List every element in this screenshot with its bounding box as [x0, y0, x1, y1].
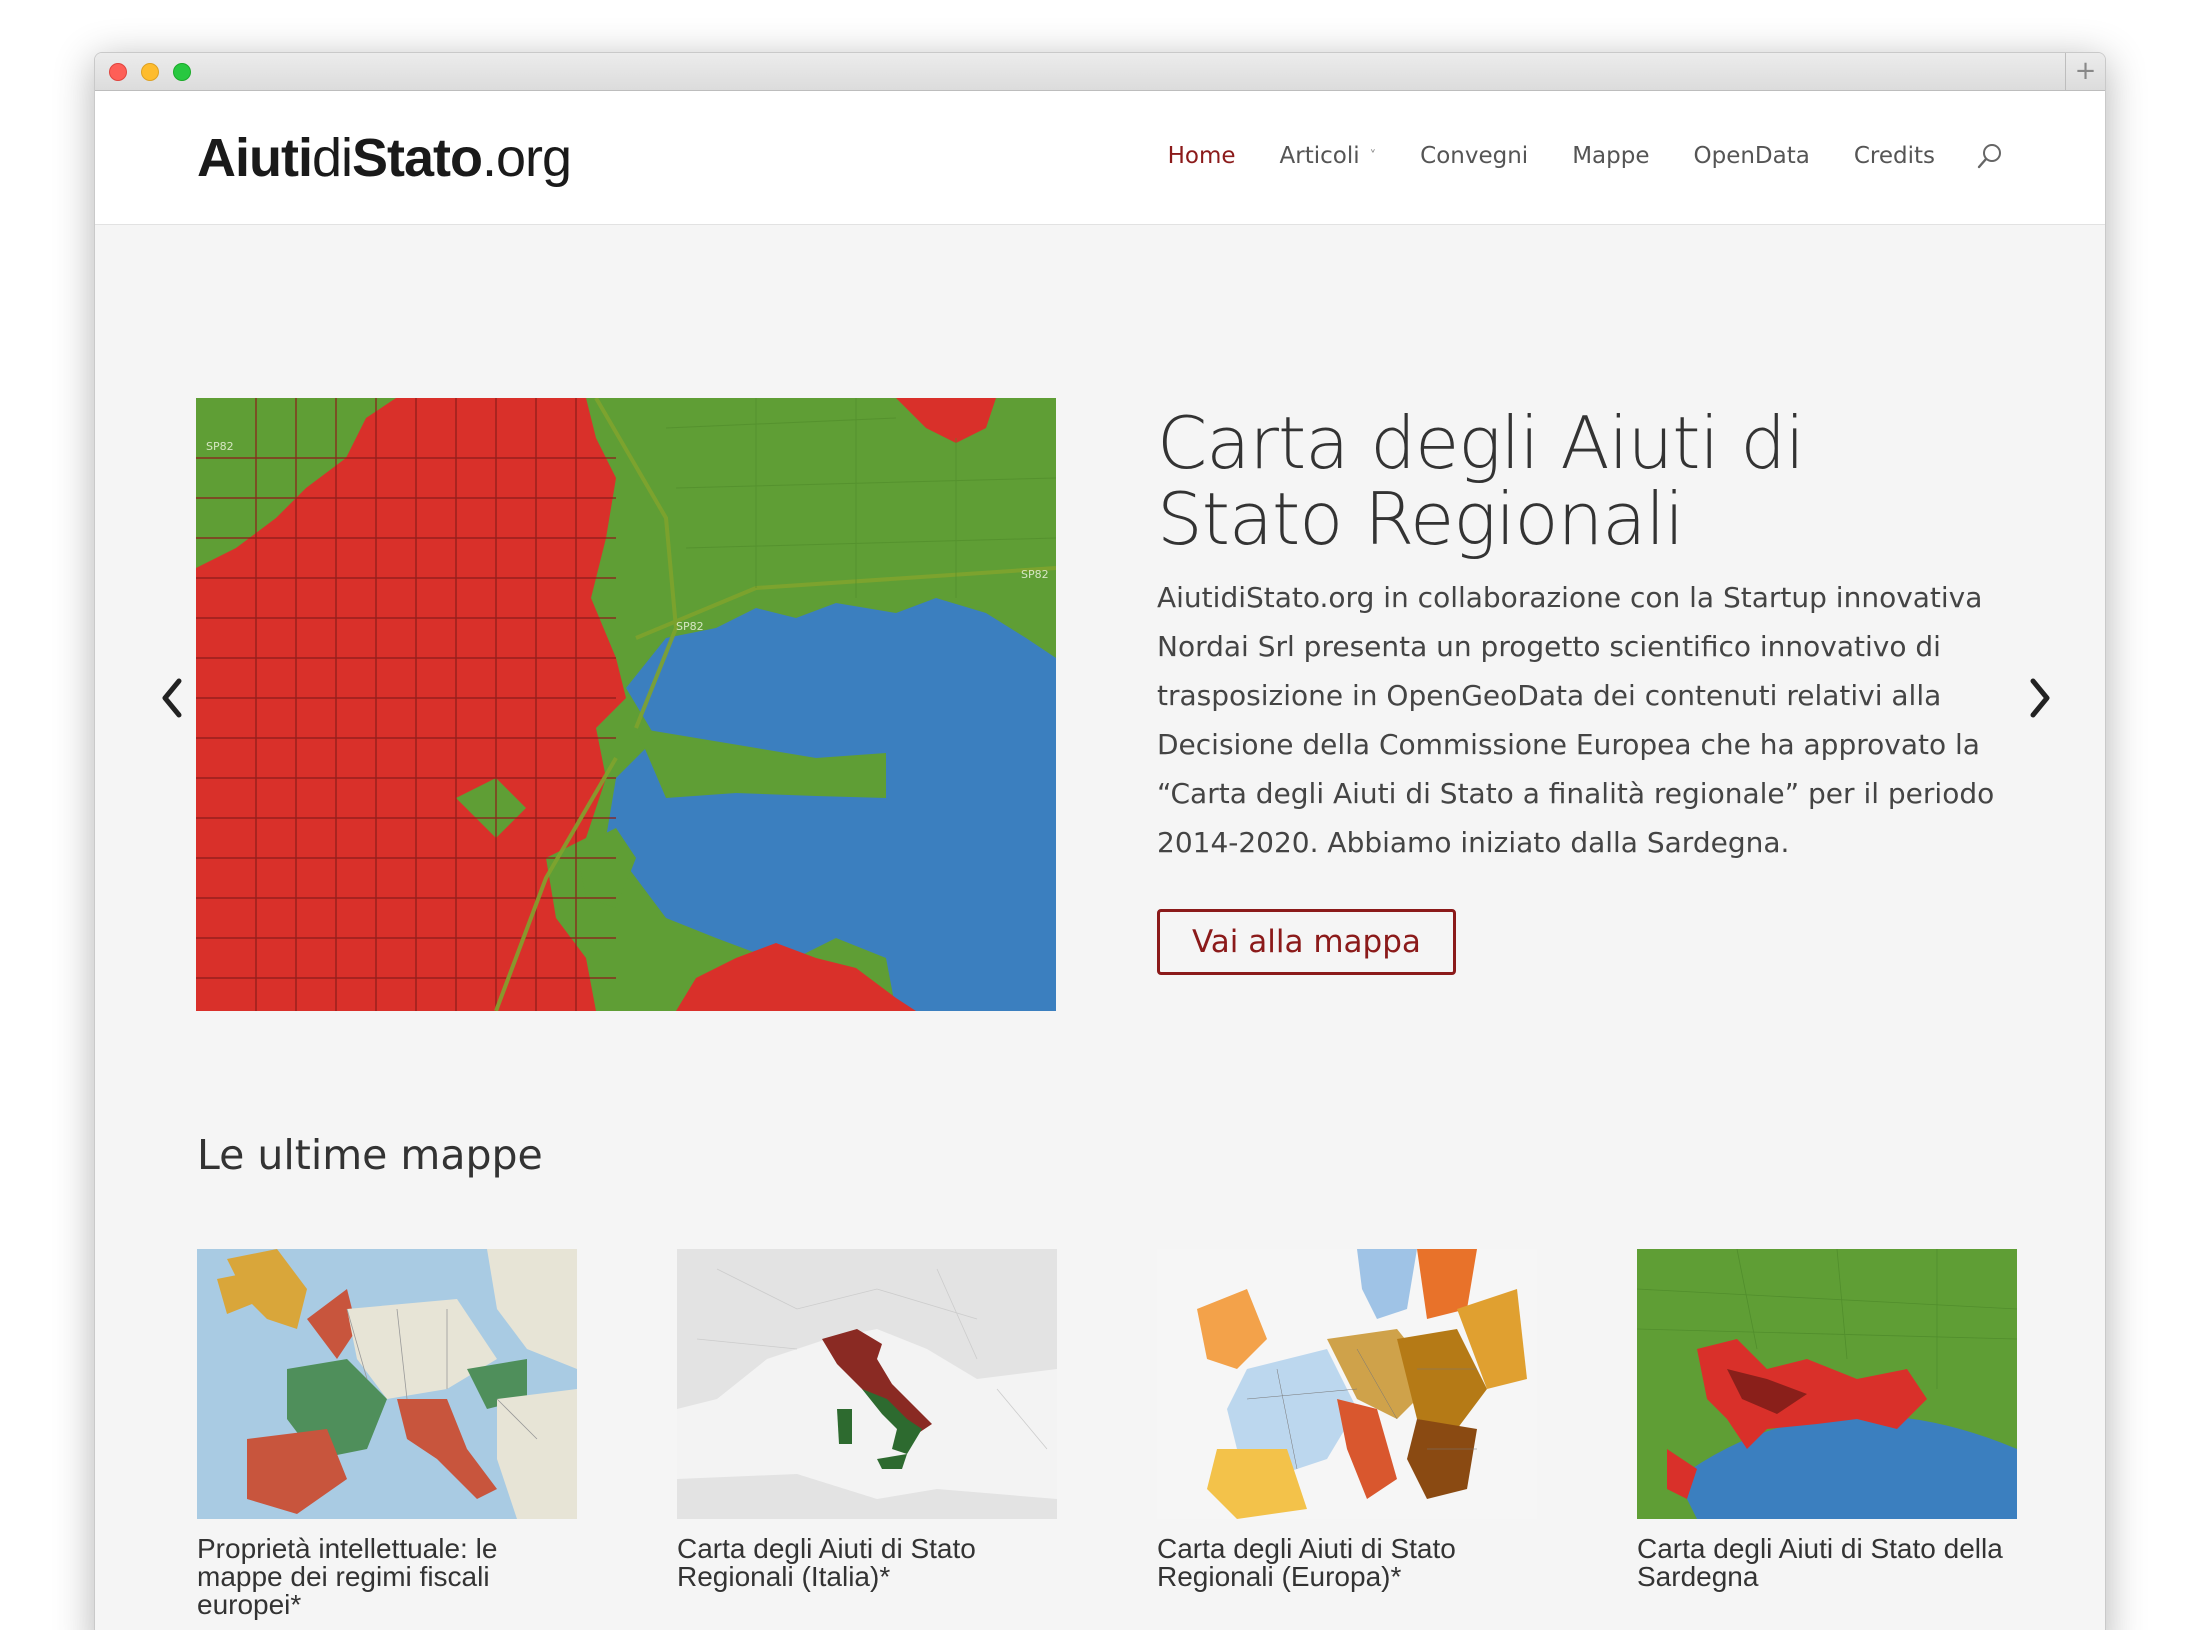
map-card-title[interactable]: Carta degli Aiuti di Stato Regionali (It… [677, 1535, 1057, 1591]
map-card-title[interactable]: Carta degli Aiuti di Stato Regionali (Eu… [1157, 1535, 1537, 1591]
map-road-label: SP82 [1021, 568, 1049, 581]
map-road-label: SP82 [206, 440, 234, 453]
close-window-button[interactable] [109, 63, 127, 81]
map-card[interactable]: Carta degli Aiuti di Stato della Sardegn… [1637, 1249, 2017, 1619]
logo-part-stato: Stato [352, 128, 483, 188]
logo-part-di: di [311, 128, 353, 188]
map-card[interactable]: Proprietà intellettuale: le mappe dei re… [197, 1249, 577, 1619]
search-icon[interactable] [1975, 141, 2005, 171]
view-map-button[interactable]: Vai alla mappa [1157, 909, 1456, 975]
map-road-label: SP82 [676, 620, 704, 633]
hero-title: Carta degli Aiuti di Stato Regionali [1157, 401, 1805, 561]
logo-part-tld: .org [482, 128, 572, 188]
site-header: AiutidiStato.org Home Articoli ˅ Convegni… [95, 91, 2105, 225]
nav-item-home[interactable]: Home [1168, 143, 1236, 169]
nav-item-opendata[interactable]: OpenData [1693, 143, 1809, 169]
site-logo[interactable]: AiutidiStato.org [197, 127, 572, 189]
new-tab-button[interactable]: + [2065, 53, 2105, 90]
nav-item-label: Articoli [1279, 143, 1360, 169]
browser-window: + AiutidiStato.org Home Articoli ˅ Conveg… [94, 52, 2106, 1630]
slider-next-arrow-icon[interactable] [2025, 675, 2055, 721]
map-card-thumbnail[interactable] [1157, 1249, 1537, 1519]
hero-text-block: Carta degli Aiuti di Stato Regionali Aiu… [1157, 405, 2007, 975]
nav-item-mappe[interactable]: Mappe [1572, 143, 1649, 169]
hero-description: AiutidiStato.org in collaborazione con l… [1157, 581, 1995, 859]
nav-item-articoli[interactable]: Articoli ˅ [1280, 143, 1377, 169]
chevron-down-icon: ˅ [1369, 149, 1377, 164]
maximize-window-button[interactable] [173, 63, 191, 81]
nav-item-credits[interactable]: Credits [1854, 143, 1935, 169]
latest-maps-title: Le ultime mappe [197, 1131, 543, 1179]
map-card-thumbnail[interactable] [197, 1249, 577, 1519]
map-card-title[interactable]: Proprietà intellettuale: le mappe dei re… [197, 1535, 577, 1619]
logo-part-aiuti: Aiuti [197, 128, 313, 188]
map-card[interactable]: Carta degli Aiuti di Stato Regionali (Eu… [1157, 1249, 1537, 1619]
minimize-window-button[interactable] [141, 63, 159, 81]
latest-maps-grid: Proprietà intellettuale: le mappe dei re… [197, 1249, 2017, 1619]
browser-titlebar: + [95, 53, 2105, 91]
slider-prev-arrow-icon[interactable] [157, 675, 187, 721]
map-card-thumbnail[interactable] [1637, 1249, 2017, 1519]
nav-item-convegni[interactable]: Convegni [1420, 143, 1528, 169]
map-card-title[interactable]: Carta degli Aiuti di Stato della Sardegn… [1637, 1535, 2017, 1591]
hero-map-image[interactable]: SP82 SP82 SP82 [196, 398, 1056, 1011]
main-nav: Home Articoli ˅ Convegni Mappe OpenData C… [1124, 141, 2005, 171]
map-card-thumbnail[interactable] [677, 1249, 1057, 1519]
map-card[interactable]: Carta degli Aiuti di Stato Regionali (It… [677, 1249, 1057, 1619]
